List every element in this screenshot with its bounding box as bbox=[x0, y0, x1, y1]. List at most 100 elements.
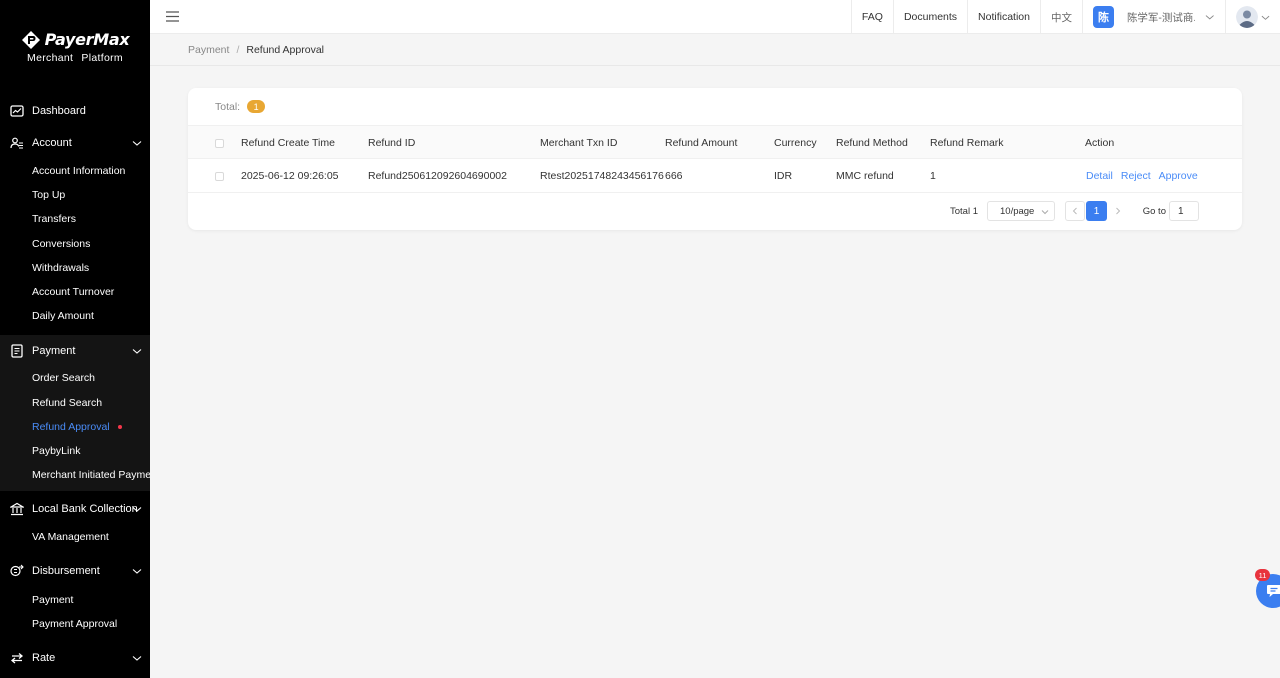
reject-link[interactable]: Reject bbox=[1121, 170, 1151, 182]
sidebar-item-label: Disbursement bbox=[32, 565, 100, 578]
total-label: Total: bbox=[215, 100, 241, 113]
chevron-down-icon bbox=[132, 655, 142, 661]
sidebar-item-account[interactable]: Account bbox=[0, 127, 150, 159]
pagination-total: Total 1 bbox=[950, 206, 978, 217]
refund-remark: 1 bbox=[930, 170, 936, 182]
avatar bbox=[1236, 6, 1258, 28]
table-header: Refund Create Time Refund ID Merchant Tx… bbox=[188, 125, 1242, 159]
sidebar-item-label: Local Bank Collection bbox=[32, 503, 138, 516]
chevron-up-icon bbox=[132, 349, 142, 355]
breadcrumb: Payment / Refund Approval bbox=[150, 34, 1280, 66]
sidebar-item-account-information[interactable]: Account Information bbox=[0, 159, 150, 183]
exchange-rate-icon bbox=[10, 652, 24, 664]
local-bank-submenu: VA Management bbox=[0, 525, 150, 550]
total-count-badge: 1 bbox=[247, 100, 266, 113]
column-header: Refund Method bbox=[836, 137, 908, 149]
row-checkbox[interactable] bbox=[215, 171, 224, 181]
page-size-select[interactable]: 10/page bbox=[987, 201, 1055, 221]
documents-link[interactable]: Documents bbox=[892, 0, 967, 34]
approve-link[interactable]: Approve bbox=[1159, 170, 1198, 182]
dashboard-icon bbox=[10, 105, 24, 117]
sidebar-item-order-search[interactable]: Order Search bbox=[0, 366, 150, 390]
sidebar-item-transfers[interactable]: Transfers bbox=[0, 207, 150, 231]
brand-name: PayerMax bbox=[44, 30, 130, 49]
currency: IDR bbox=[774, 170, 793, 182]
user-name: 陈学军-测试商... bbox=[1126, 11, 1196, 24]
notification-link[interactable]: Notification bbox=[967, 0, 1040, 34]
sidebar-item-va-management[interactable]: VA Management bbox=[0, 525, 150, 549]
sidebar-item-payment-approval[interactable]: Payment Approval bbox=[0, 612, 150, 636]
disbursement-icon bbox=[10, 565, 24, 577]
sidebar-item-disbursement[interactable]: Disbursement bbox=[0, 555, 150, 587]
chevron-right-icon bbox=[1116, 207, 1121, 215]
pagination: Total 1 10/page 1 Go to 1 bbox=[188, 199, 1242, 223]
column-header: Refund Amount bbox=[665, 137, 738, 149]
select-all-checkbox[interactable] bbox=[215, 138, 224, 148]
current-page-button[interactable]: 1 bbox=[1086, 201, 1107, 221]
column-header: Refund ID bbox=[368, 137, 416, 149]
sidebar-item-dashboard[interactable]: Dashboard bbox=[0, 95, 150, 127]
top-header: FAQ Documents Notification 中文 陈 陈学军-测试商.… bbox=[150, 0, 1280, 34]
brand-subtitle: Merchant Platform bbox=[27, 51, 123, 64]
sidebar-item-label: Payment bbox=[32, 344, 76, 357]
disbursement-submenu: Payment Payment Approval bbox=[0, 587, 150, 636]
user-menu[interactable] bbox=[1225, 0, 1280, 34]
sidebar-item-local-bank-collection[interactable]: Local Bank Collection bbox=[0, 493, 150, 525]
brand-logo[interactable]: PayerMax Merchant Platform bbox=[0, 0, 150, 85]
prev-page-button[interactable] bbox=[1065, 201, 1085, 221]
breadcrumb-separator: / bbox=[236, 43, 240, 56]
sidebar-item-top-up[interactable]: Top Up bbox=[0, 183, 150, 207]
refund-amount: 666 bbox=[665, 170, 683, 182]
faq-link[interactable]: FAQ bbox=[850, 0, 893, 34]
total-summary: Total: 1 bbox=[215, 100, 266, 113]
refund-method: MMC refund bbox=[836, 170, 894, 182]
refund-id: Refund250612092604690002 bbox=[368, 170, 507, 182]
account-submenu: Account Information Top Up Transfers Con… bbox=[0, 159, 150, 329]
refund-approval-card: Total: 1 Refund Create Time Refund ID Me… bbox=[188, 88, 1242, 230]
refund-create-time: 2025-06-12 09:26:05 bbox=[241, 170, 339, 182]
sidebar-item-account-turnover[interactable]: Account Turnover bbox=[0, 280, 150, 304]
notification-dot bbox=[117, 424, 122, 429]
sidebar-item-refund-approval[interactable]: Refund Approval bbox=[0, 415, 150, 439]
chat-icon bbox=[1267, 585, 1280, 597]
language-switch[interactable]: 中文 bbox=[1040, 0, 1082, 34]
header-nav: FAQ Documents Notification 中文 陈 陈学军-测试商.… bbox=[850, 0, 1280, 34]
merchant-switcher[interactable]: 陈 陈学军-测试商... bbox=[1082, 0, 1225, 34]
chevron-up-icon bbox=[132, 141, 142, 146]
detail-link[interactable]: Detail bbox=[1086, 170, 1113, 182]
table-row: 2025-06-12 09:26:05 Refund25061209260469… bbox=[188, 159, 1242, 193]
payment-submenu: Order Search Refund Search Refund Approv… bbox=[0, 366, 150, 492]
payment-icon bbox=[11, 344, 23, 358]
user-initial-badge: 陈 bbox=[1093, 6, 1114, 28]
chevron-up-icon bbox=[132, 569, 142, 575]
goto-label: Go to bbox=[1142, 206, 1166, 217]
column-header: Merchant Txn ID bbox=[540, 137, 618, 149]
sidebar-item-daily-amount[interactable]: Daily Amount bbox=[0, 304, 150, 328]
next-page-button[interactable] bbox=[1108, 201, 1128, 221]
sidebar-item-refund-search[interactable]: Refund Search bbox=[0, 391, 150, 415]
column-header: Currency bbox=[774, 137, 817, 149]
sidebar-item-merchant-initiated-payment[interactable]: Merchant Initiated Payment bbox=[0, 463, 150, 487]
sidebar-item-rate[interactable]: Rate bbox=[0, 642, 150, 674]
breadcrumb-parent[interactable]: Payment bbox=[188, 44, 229, 56]
chevron-down-icon bbox=[1261, 15, 1270, 20]
merchant-txn-id: Rtest20251748243456176 bbox=[540, 170, 664, 182]
chevron-left-icon bbox=[1072, 207, 1077, 215]
payermax-logo-icon bbox=[21, 30, 40, 49]
menu-toggle-icon[interactable] bbox=[166, 11, 179, 22]
sidebar-item-conversions[interactable]: Conversions bbox=[0, 232, 150, 256]
sidebar-item-payment[interactable]: Payment bbox=[0, 335, 150, 366]
sidebar-item-label: Refund Approval bbox=[32, 420, 110, 433]
sidebar-item-withdrawals[interactable]: Withdrawals bbox=[0, 256, 150, 280]
sidebar-item-label: Account bbox=[32, 137, 72, 149]
sidebar-item-disbursement-payment[interactable]: Payment bbox=[0, 587, 150, 611]
column-header: Action bbox=[1085, 137, 1115, 149]
chat-unread-badge: 11 bbox=[1255, 569, 1270, 581]
sidebar-item-label: Rate bbox=[32, 651, 56, 664]
page-size-value: 10/page bbox=[1000, 205, 1035, 217]
bank-icon bbox=[10, 503, 24, 516]
column-header: Refund Remark bbox=[930, 137, 1004, 149]
sidebar-item-label: Dashboard bbox=[32, 105, 86, 117]
sidebar-item-paybylink[interactable]: PaybyLink bbox=[0, 439, 150, 463]
goto-page-input[interactable]: 1 bbox=[1169, 201, 1199, 221]
